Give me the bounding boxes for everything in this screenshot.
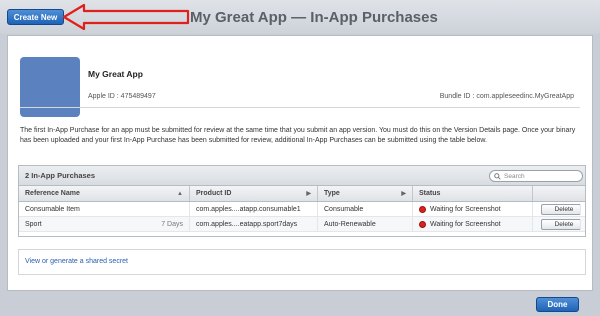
table-row[interactable]: Consumable Item com.apples....atapp.cons… bbox=[19, 202, 585, 217]
column-headers: Reference Name ▲ Product ID ▶ Type ▶ Sta… bbox=[19, 186, 585, 202]
table-row[interactable]: Sport 7 Days com.apples....eatapp.sport7… bbox=[19, 217, 585, 232]
search-input[interactable]: Search bbox=[489, 170, 583, 182]
cell-actions: Delete bbox=[533, 202, 585, 216]
cell-type: Consumable bbox=[318, 202, 413, 216]
col-header-actions bbox=[533, 186, 585, 201]
sort-icon: ▶ bbox=[401, 191, 406, 197]
col-header-product-id[interactable]: Product ID ▶ bbox=[190, 186, 318, 201]
purchase-count: 2 In-App Purchases bbox=[25, 171, 96, 180]
shared-secret-section: View or generate a shared secret bbox=[18, 249, 586, 275]
col-header-reference-name[interactable]: Reference Name ▲ bbox=[19, 186, 190, 201]
description-text: The first In-App Purchase for an app mus… bbox=[20, 127, 576, 144]
cell-actions: Delete bbox=[533, 217, 585, 231]
col-header-status[interactable]: Status bbox=[413, 186, 533, 201]
cell-product-id: com.apples....eatapp.sport7days bbox=[190, 217, 318, 231]
delete-button[interactable]: Delete bbox=[541, 203, 581, 215]
cell-product-id: com.apples....atapp.consumable1 bbox=[190, 202, 318, 216]
status-red-icon bbox=[419, 220, 426, 228]
app-name: My Great App bbox=[88, 69, 143, 79]
cell-reference-name: Sport 7 Days bbox=[19, 217, 190, 231]
table-header-bar: 2 In-App Purchases Search bbox=[19, 166, 585, 186]
app-icon bbox=[20, 57, 80, 117]
shared-secret-link[interactable]: View or generate a shared secret bbox=[25, 258, 128, 265]
search-placeholder: Search bbox=[504, 172, 525, 180]
cell-status: Waiting for Screenshot bbox=[413, 202, 533, 216]
cell-type: Auto-Renewable bbox=[318, 217, 413, 231]
search-icon bbox=[494, 172, 501, 180]
bundle-id: Bundle ID : com.appleseedinc.MyGreatApp bbox=[439, 93, 574, 100]
delete-button[interactable]: Delete bbox=[541, 218, 581, 230]
divider bbox=[20, 107, 580, 108]
apple-id: Apple ID : 475489497 bbox=[88, 93, 156, 100]
sort-ascending-icon: ▲ bbox=[177, 190, 183, 197]
col-header-type[interactable]: Type ▶ bbox=[318, 186, 413, 201]
sort-icon: ▶ bbox=[306, 191, 311, 197]
in-app-purchases-panel: My Great App Apple ID : 475489497 Bundle… bbox=[7, 35, 593, 291]
cell-reference-name: Consumable Item bbox=[19, 202, 190, 216]
purchases-table: 2 In-App Purchases Search Reference Name… bbox=[18, 165, 586, 237]
create-new-button[interactable]: Create New bbox=[7, 9, 64, 25]
page-title: My Great App — In-App Purchases bbox=[190, 9, 438, 26]
red-arrow-annotation bbox=[62, 3, 190, 31]
done-button[interactable]: Done bbox=[536, 297, 579, 312]
cell-status: Waiting for Screenshot bbox=[413, 217, 533, 231]
status-red-icon bbox=[419, 205, 426, 213]
